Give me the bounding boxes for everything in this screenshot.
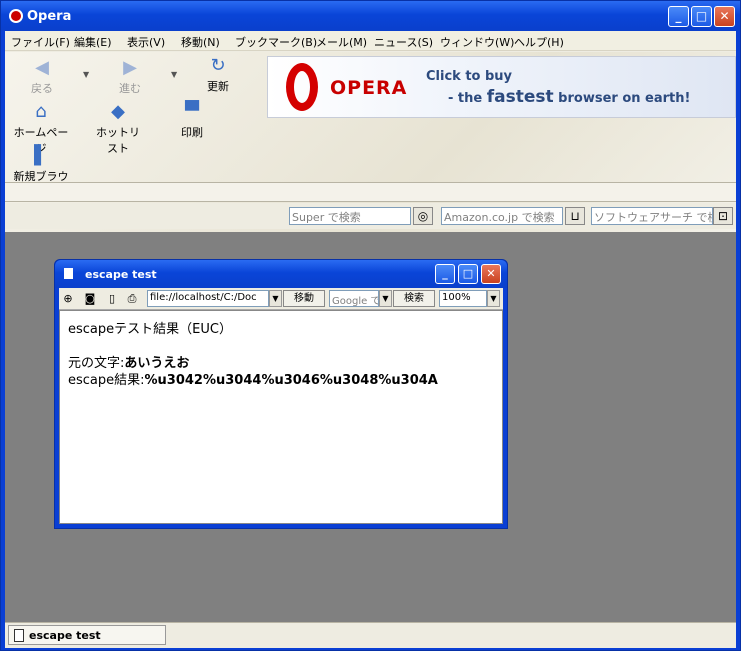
- zoom-select[interactable]: 100%: [439, 290, 487, 307]
- child-window: escape test _ □ ✕ ⊕ ◙ ▯ ⎙ file://localho…: [54, 259, 508, 529]
- escape-result-line: escape結果:%u3042%u3044%u3046%u3048%u304A: [68, 373, 438, 388]
- child-address-input[interactable]: file://localhost/C:/Doc: [147, 290, 269, 307]
- go-button[interactable]: 移動: [283, 290, 325, 307]
- child-title-bar[interactable]: escape test _ □ ✕: [55, 260, 507, 288]
- status-bar: escape test: [5, 622, 736, 648]
- refresh-icon: ↻: [210, 55, 226, 76]
- google-dropdown-icon[interactable]: ▼: [379, 290, 392, 307]
- menu-bookmarks[interactable]: ブックマーク(B): [235, 34, 317, 50]
- original-chars-line: 元の文字:あいうえお: [68, 356, 190, 371]
- menu-news[interactable]: ニュース(S): [374, 34, 433, 50]
- title-bar[interactable]: Opera _ □ ✕: [1, 1, 740, 31]
- home-icon: ⌂: [35, 101, 47, 122]
- security-lock-icon[interactable]: ⊕: [61, 292, 75, 306]
- super-search-input[interactable]: Super で検索: [289, 207, 411, 225]
- software-search-input[interactable]: ソフトウェアサーチ で検索: [591, 207, 713, 225]
- menu-mail[interactable]: メール(M): [316, 34, 367, 50]
- forward-button[interactable]: ▶ 進む: [115, 58, 145, 96]
- cart-icon[interactable]: ⊔: [565, 207, 585, 225]
- amazon-search-input[interactable]: Amazon.co.jp で検索: [441, 207, 563, 225]
- search-button[interactable]: 検索: [393, 290, 435, 307]
- child-minimize-button[interactable]: _: [435, 264, 455, 284]
- child-window-title: escape test: [85, 268, 157, 281]
- camera-icon[interactable]: ◙: [83, 292, 97, 306]
- menu-window[interactable]: ウィンドウ(W): [440, 34, 514, 50]
- opera-o-logo-icon: [286, 63, 318, 111]
- print-icon[interactable]: ⎙: [125, 292, 139, 306]
- menu-bar: ファイル(F) 編集(E) 表示(V) 移動(N) ブックマーク(B) メール(…: [5, 31, 736, 51]
- minimize-button[interactable]: _: [668, 6, 689, 27]
- forward-dropdown-icon[interactable]: ▼: [171, 70, 177, 79]
- menu-navigate[interactable]: 移動(N): [181, 34, 220, 50]
- forward-arrow-icon: ▶: [123, 57, 137, 78]
- client-area: ファイル(F) 編集(E) 表示(V) 移動(N) ブックマーク(B) メール(…: [5, 31, 736, 648]
- page-icon[interactable]: ▯: [105, 292, 119, 306]
- zoom-dropdown-icon[interactable]: ▼: [487, 290, 500, 307]
- page-content: escapeテスト結果（EUC） 元の文字:あいうえお escape結果:%u3…: [59, 310, 503, 524]
- search-bar: Super で検索 ◎ Amazon.co.jp で検索 ⊔ ソフトウェアサーチ…: [5, 203, 736, 229]
- child-toolbar: ⊕ ◙ ▯ ⎙ file://localhost/C:/Doc ▼ 移動 Goo…: [59, 288, 503, 310]
- banner-line1: Click to buy: [426, 69, 513, 84]
- banner-brand: OPERA: [330, 77, 408, 99]
- page-icon: [14, 629, 24, 642]
- back-dropdown-icon[interactable]: ▼: [83, 70, 89, 79]
- maximize-button[interactable]: □: [691, 6, 712, 27]
- software-search-icon[interactable]: ⊡: [713, 207, 733, 225]
- opera-window: Opera _ □ ✕ ファイル(F) 編集(E) 表示(V) 移動(N) ブッ…: [0, 0, 741, 651]
- banner-line2: - the fastest browser on earth!: [448, 87, 691, 107]
- child-close-button[interactable]: ✕: [481, 264, 501, 284]
- google-search-input[interactable]: Google で: [329, 290, 379, 307]
- window-title: Opera: [27, 9, 72, 24]
- back-button[interactable]: ◀ 戻る: [27, 58, 57, 96]
- child-maximize-button[interactable]: □: [458, 264, 478, 284]
- address-bar[interactable]: [5, 182, 736, 202]
- window-tab-escape-test[interactable]: escape test: [8, 625, 166, 645]
- result-heading: escapeテスト結果（EUC）: [68, 322, 232, 337]
- hotlist-icon: ◆: [111, 101, 125, 122]
- mdi-workspace: escape test _ □ ✕ ⊕ ◙ ▯ ⎙ file://localho…: [5, 232, 736, 622]
- printer-icon: ▀: [185, 101, 199, 122]
- menu-view[interactable]: 表示(V): [127, 34, 165, 50]
- super-search-icon[interactable]: ◎: [413, 207, 433, 225]
- page-icon: [64, 268, 73, 279]
- new-page-icon: ▌: [34, 145, 48, 166]
- opera-logo-icon: [9, 9, 23, 23]
- refresh-button[interactable]: ↻ 更新: [203, 56, 233, 94]
- address-dropdown-icon[interactable]: ▼: [269, 290, 282, 307]
- menu-help[interactable]: ヘルプ(H): [514, 34, 564, 50]
- menu-edit[interactable]: 編集(E): [74, 34, 112, 50]
- menu-file[interactable]: ファイル(F): [11, 34, 70, 50]
- print-button[interactable]: ▀ 印刷: [177, 102, 207, 140]
- hotlist-button[interactable]: ◆ ホットリスト: [91, 102, 145, 156]
- back-arrow-icon: ◀: [35, 57, 49, 78]
- close-button[interactable]: ✕: [714, 6, 735, 27]
- opera-ad-banner[interactable]: OPERA Click to buy - the fastest browser…: [267, 56, 736, 118]
